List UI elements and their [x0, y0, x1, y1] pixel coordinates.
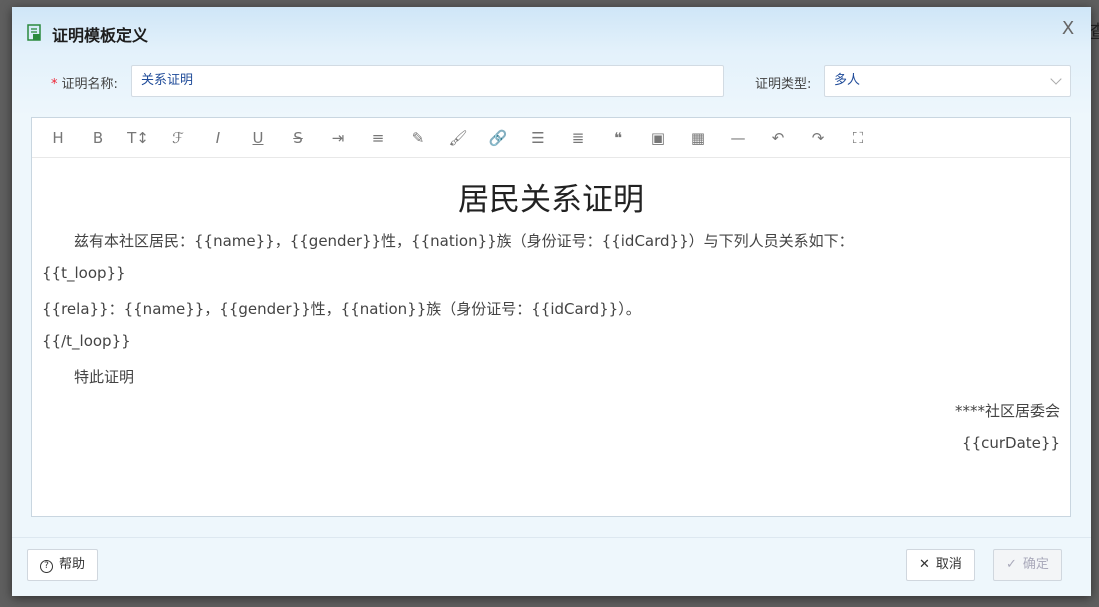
relation-line: {{rela}}：{{name}}，{{gender}}性，{{nation}}…	[42, 300, 641, 318]
chevron-down-icon	[1050, 73, 1062, 85]
certificate-name-input[interactable]: 关系证明	[131, 65, 724, 97]
list-icon[interactable]: ☰	[526, 126, 550, 150]
table-icon[interactable]: ▦	[686, 126, 710, 150]
dialog-footer: ? 帮助 ✕ 取消 ✓ 确定	[12, 537, 1091, 596]
help-icon: ?	[40, 560, 53, 573]
quote-icon[interactable]: ❝	[606, 126, 630, 150]
font-family-icon[interactable]: ℱ	[166, 126, 190, 150]
loop-start-tag: {{t_loop}}	[42, 264, 126, 282]
divider-icon[interactable]: —	[726, 126, 750, 150]
closing-text: 特此证明	[74, 368, 135, 386]
indent-icon[interactable]: ⇥	[326, 126, 350, 150]
image-icon[interactable]: ▣	[646, 126, 670, 150]
type-label: 证明类型:	[755, 77, 812, 92]
loop-end-tag: {{/t_loop}}	[42, 332, 131, 350]
fullscreen-icon[interactable]: ⛶	[846, 126, 870, 150]
name-label: * 证明名称:	[51, 77, 118, 92]
help-button[interactable]: ? 帮助	[27, 549, 99, 581]
dialog-header: 证明模板定义 X * 证明名称: 关系证明 证明类型: 多人	[12, 7, 1091, 117]
italic-icon[interactable]: I	[206, 126, 230, 150]
date-placeholder: {{curDate}}	[962, 434, 1060, 452]
document-paragraph: 兹有本社区居民：{{name}}，{{gender}}性，{{nation}}族…	[74, 232, 854, 250]
document-icon	[27, 24, 41, 41]
certificate-type-select[interactable]: 多人	[824, 65, 1071, 97]
editor-content[interactable]: 居民关系证明 兹有本社区居民：{{name}}，{{gender}}性，{{na…	[32, 158, 1070, 516]
font-color-icon[interactable]: ✎	[406, 126, 430, 150]
undo-icon[interactable]: ↶	[766, 126, 790, 150]
underline-icon[interactable]: U	[246, 126, 270, 150]
close-icon[interactable]: X	[1058, 19, 1078, 39]
strikethrough-icon[interactable]: S	[286, 126, 310, 150]
cancel-button[interactable]: ✕ 取消	[906, 549, 975, 581]
signature-text: ****社区居委会	[954, 402, 1060, 420]
font-size-icon[interactable]: T↕	[126, 126, 150, 150]
close-icon: ✕	[919, 557, 930, 572]
check-icon: ✓	[1006, 557, 1017, 572]
dialog-title: 证明模板定义	[52, 26, 149, 45]
editor-toolbar: H B T↕ ℱ I U S ⇥ ≡ ✎ 🖌 🔗 ☰ ≣ ❝ ▣ ▦ — ↶ ↷ ⛶	[32, 118, 1070, 158]
confirm-button[interactable]: ✓ 确定	[993, 549, 1062, 581]
background-color-icon[interactable]: 🖌	[446, 126, 470, 150]
document-title: 居民关系证明	[458, 182, 644, 218]
redo-icon[interactable]: ↷	[806, 126, 830, 150]
align-icon[interactable]: ≣	[566, 126, 590, 150]
heading-icon[interactable]: H	[46, 126, 70, 150]
certificate-template-dialog: 证明模板定义 X * 证明名称: 关系证明 证明类型: 多人 H B T↕ ℱ I U S ⇥ ≡…	[12, 7, 1091, 596]
bold-icon[interactable]: B	[86, 126, 110, 150]
line-height-icon[interactable]: ≡	[366, 126, 390, 150]
rich-text-editor: H B T↕ ℱ I U S ⇥ ≡ ✎ 🖌 🔗 ☰ ≣ ❝ ▣ ▦ — ↶ ↷ ⛶ 居民关系证明 兹有本社区居民：{{…	[31, 117, 1071, 517]
link-icon[interactable]: 🔗	[486, 126, 510, 150]
